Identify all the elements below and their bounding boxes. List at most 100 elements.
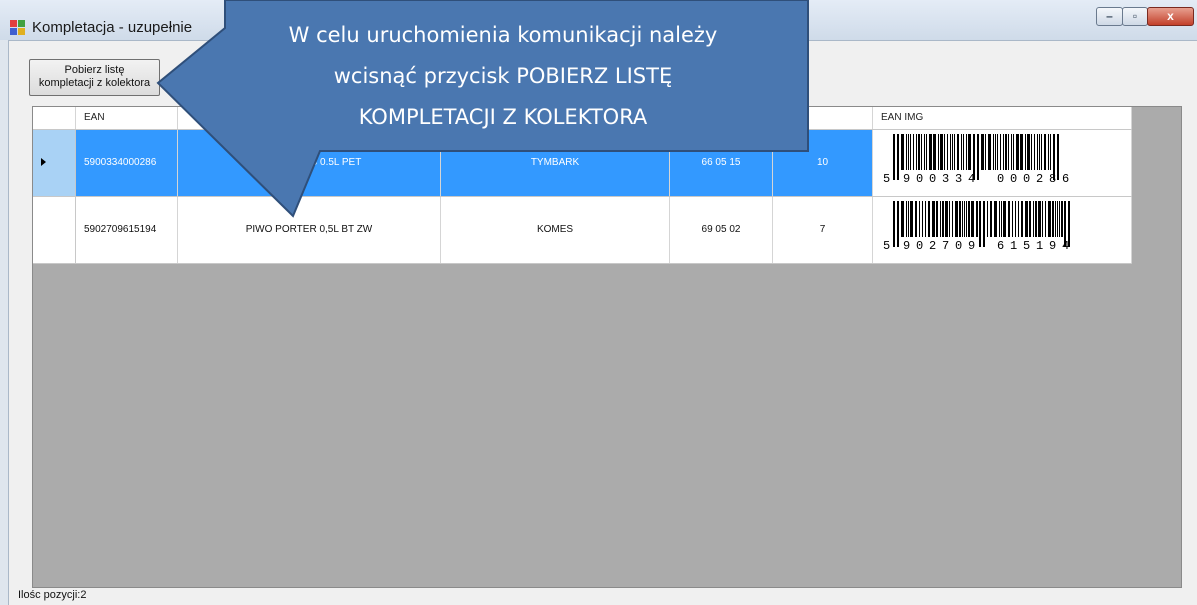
barcode-digit: 3 xyxy=(955,172,962,186)
barcode-bar xyxy=(957,134,959,170)
barcode-bar xyxy=(921,134,922,170)
cell-code[interactable]: 69 05 02 xyxy=(670,197,773,263)
barcode-digit: 4 xyxy=(968,172,975,186)
barcode-digit: 9 xyxy=(1049,239,1056,253)
barcode-bar xyxy=(1021,201,1023,237)
cell-qty[interactable]: 7 xyxy=(773,197,873,263)
header-ean-img[interactable]: EAN IMG xyxy=(873,107,1132,129)
barcode-bar xyxy=(997,134,998,170)
callout-line-2: wcisnąć przycisk POBIERZ LISTĘ xyxy=(333,64,673,88)
barcode-bar xyxy=(915,201,917,237)
barcode-digit: 5 xyxy=(883,239,890,253)
barcode-bar xyxy=(1034,134,1035,170)
cell-name[interactable]: IC WISN-JAB 0.5L PET xyxy=(178,130,441,196)
cell-ean-img[interactable]: 5900334000286 xyxy=(873,130,1132,196)
barcode-bar xyxy=(924,134,925,170)
barcode-bar xyxy=(913,134,914,170)
barcode-bar xyxy=(1048,134,1049,170)
barcode-bar xyxy=(1037,134,1038,170)
barcode-bar xyxy=(994,201,997,237)
barcode-bar xyxy=(1061,201,1063,237)
barcode-bar xyxy=(938,134,939,170)
barcode-bar xyxy=(968,134,971,170)
barcode-digit: 3 xyxy=(942,172,949,186)
barcode-bar xyxy=(1011,134,1012,170)
barcode-bar xyxy=(1020,134,1023,170)
cell-producer[interactable]: KOMES xyxy=(441,197,670,263)
maximize-button[interactable]: ▫ xyxy=(1122,7,1148,26)
barcode-bar xyxy=(963,134,964,170)
barcode-bar xyxy=(933,134,936,170)
barcode-bar xyxy=(925,201,926,237)
barcode-bar xyxy=(964,201,965,237)
barcode-bar xyxy=(995,134,996,170)
barcode-bar xyxy=(926,134,927,170)
barcode-bar xyxy=(981,134,984,170)
barcode-bar xyxy=(1052,201,1054,237)
barcode-image: 5900334000286 xyxy=(883,134,1069,186)
barcode-digit: 6 xyxy=(997,239,1004,253)
cell-ean[interactable]: 5900334000286 xyxy=(76,130,178,196)
minimize-button[interactable]: – xyxy=(1096,7,1123,26)
barcode-bar xyxy=(952,201,953,237)
barcode-bar xyxy=(910,201,913,237)
cell-ean[interactable]: 5902709615194 xyxy=(76,197,178,263)
table-row[interactable]: 5900334000286 IC WISN-JAB 0.5L PET TYMBA… xyxy=(33,130,1132,197)
barcode-bar xyxy=(1035,201,1037,237)
barcode-bar xyxy=(929,134,932,170)
barcode-guard-bar xyxy=(979,201,981,247)
table-row[interactable]: 5902709615194 PIWO PORTER 0,5L BT ZW KOM… xyxy=(33,197,1132,264)
barcode-bar xyxy=(1000,134,1001,170)
barcode-bar xyxy=(1025,134,1026,170)
cell-ean-img[interactable]: 5902709615194 xyxy=(873,197,1132,263)
barcode-bar xyxy=(919,201,920,237)
cell-code[interactable]: 66 05 15 xyxy=(670,130,773,196)
close-button[interactable]: x xyxy=(1147,7,1194,26)
cell-name[interactable]: PIWO PORTER 0,5L BT ZW xyxy=(178,197,441,263)
barcode-guard-bar xyxy=(977,134,979,180)
current-row-arrow-icon xyxy=(41,158,46,166)
barcode-bar xyxy=(922,201,923,237)
kompletacja-grid[interactable]: EAN EAN IMG 5900334000286 IC WISN-JAB 0.… xyxy=(32,106,1182,588)
header-ean[interactable]: EAN xyxy=(76,107,178,129)
barcode-digit: 7 xyxy=(942,239,949,253)
barcode-bar xyxy=(987,201,988,237)
barcode-bar xyxy=(1003,134,1004,170)
barcode-bar xyxy=(952,134,953,170)
barcode-bar xyxy=(1008,134,1009,170)
barcode-digit: 9 xyxy=(903,239,910,253)
barcode-bar xyxy=(990,201,992,237)
barcode-bar xyxy=(906,134,907,170)
row-header[interactable] xyxy=(33,197,76,263)
barcode-bar xyxy=(968,201,970,237)
barcode-digit: 5 xyxy=(1023,239,1030,253)
barcode-digit: 6 xyxy=(1062,172,1069,186)
barcode-digit: 2 xyxy=(1036,172,1043,186)
barcode-bar xyxy=(961,134,962,170)
barcode-guard-bar xyxy=(983,201,985,247)
barcode-digit: 0 xyxy=(1023,172,1030,186)
fetch-list-button-label-1: Pobierz listę xyxy=(64,64,125,76)
barcode-bar xyxy=(1042,201,1043,237)
callout-line-1: W celu uruchomienia komunikacji należy xyxy=(288,23,718,47)
barcode-digit: 5 xyxy=(883,172,890,186)
barcode-bar xyxy=(966,201,967,237)
barcode-digit: 0 xyxy=(929,172,936,186)
barcode-bar xyxy=(1050,134,1051,170)
barcode-bar xyxy=(1018,201,1019,237)
barcode-bar xyxy=(1057,201,1058,237)
fetch-list-button[interactable]: Pobierz listę kompletacji z kolektora xyxy=(29,59,160,96)
close-icon: x xyxy=(1167,9,1174,23)
barcode-bar xyxy=(999,201,1000,237)
barcode-bar xyxy=(988,134,991,170)
cell-producer[interactable]: TYMBARK xyxy=(441,130,670,196)
barcode-bar xyxy=(971,201,974,237)
barcode-digit: 9 xyxy=(903,172,910,186)
fetch-list-button-label-2: kompletacji z kolektora xyxy=(38,77,151,89)
barcode-digit: 2 xyxy=(929,239,936,253)
row-header[interactable] xyxy=(33,130,76,196)
barcode-bar xyxy=(1059,201,1060,237)
barcode-bar xyxy=(928,201,930,237)
cell-qty[interactable]: 10 xyxy=(773,130,873,196)
barcode-bar xyxy=(1003,201,1006,237)
